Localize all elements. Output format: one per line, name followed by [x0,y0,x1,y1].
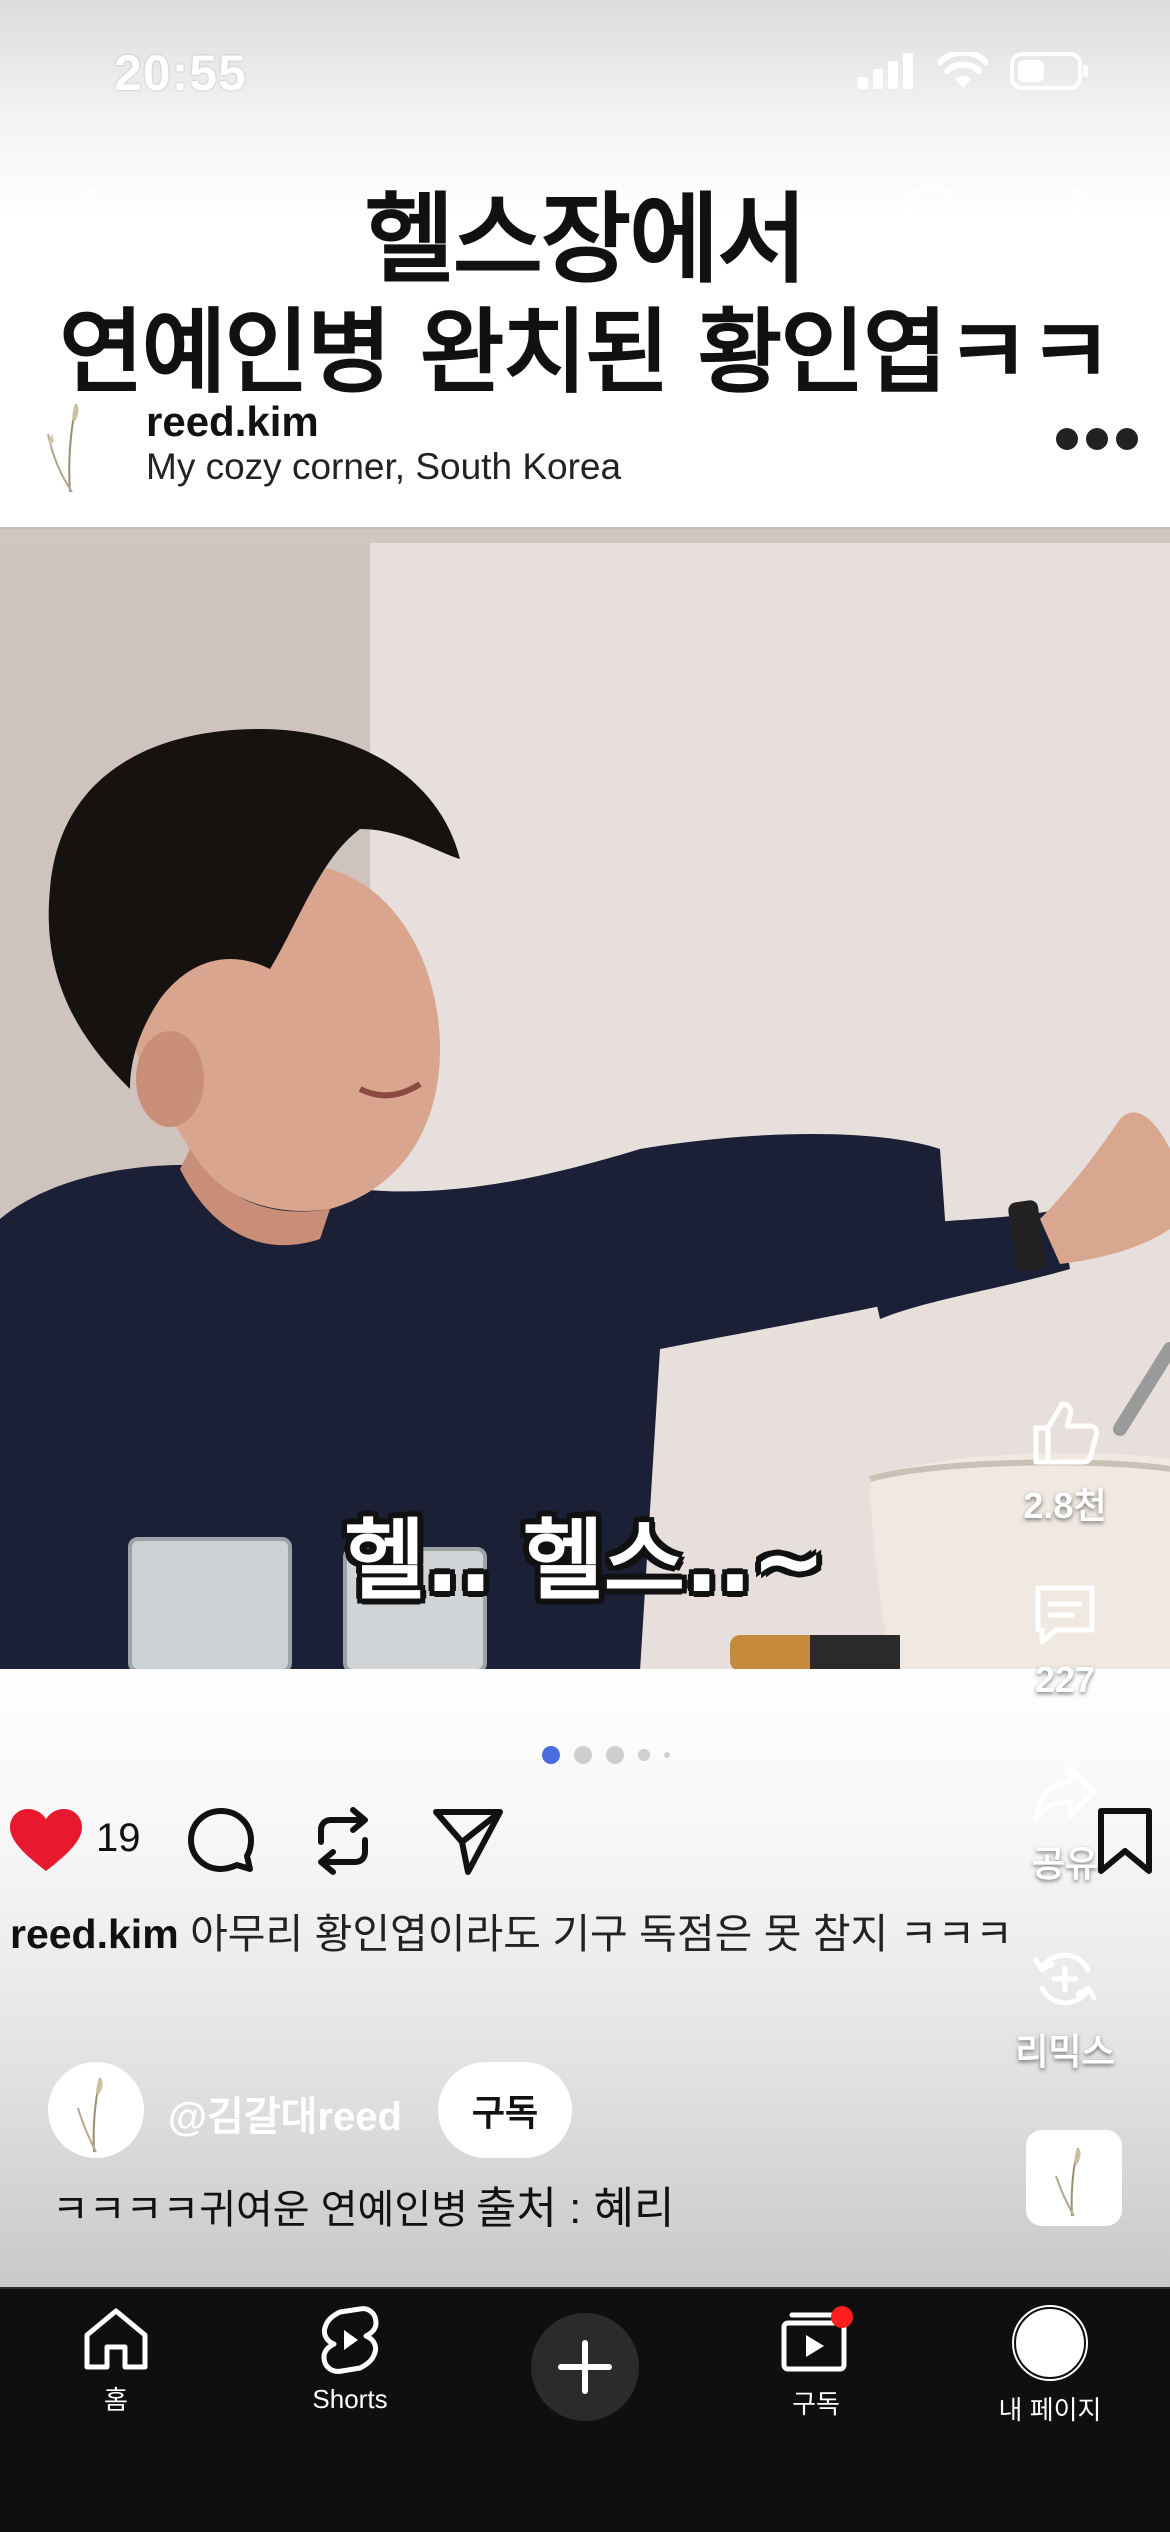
subscribe-button[interactable]: 구독 [438,2062,572,2158]
caption-text: 아무리 황인엽이라도 기구 독점은 못 참지 ㅋㅋㅋ [190,1911,1013,1957]
post-location[interactable]: My cozy corner, South Korea [146,446,621,488]
avatar[interactable] [30,394,116,494]
description-source: 출처 : 혜리 [475,2184,675,2233]
reed-plant-icon [77,2077,103,2153]
like-action[interactable]: 2.8천 [990,1400,1140,1529]
home-icon [84,2308,148,2370]
caption-username[interactable]: reed.kim [10,1911,179,1957]
nav-shorts-label: Shorts [312,2384,388,2414]
status-time: 20:55 [114,45,247,101]
plus-icon [558,2340,612,2394]
repost-button[interactable] [306,1804,380,1878]
paper-plane-icon [433,1809,503,1875]
carousel-dot [638,1749,650,1761]
description-text: ㅋㅋㅋㅋ귀여운 연예인병 [52,2188,468,2232]
subscriptions-icon [781,2306,853,2372]
post-caption: reed.kim 아무리 황인엽이라도 기구 독점은 못 참지 ㅋㅋㅋ [10,1900,1013,1960]
dot-icon [1086,428,1108,450]
channel-row: @김갈대reed 구독 [48,2062,848,2158]
signal-icon [858,53,913,89]
dot-icon [1116,428,1138,450]
sound-thumbnail[interactable] [1026,2130,1122,2226]
remix-icon [1033,1952,1097,2006]
like-count: 19 [96,1816,141,1860]
nav-my-page-label: 내 페이지 [998,2395,1102,2425]
status-icons [858,52,1090,90]
comment-icon [1035,1585,1095,1645]
share-arrow-icon [1033,1765,1097,1823]
thumbs-up-icon [1033,1401,1100,1465]
reed-plant-icon [1055,2147,1081,2217]
bottom-navigation: 홈 Shorts 구독 내 페이지 [0,2287,1170,2532]
channel-avatar[interactable] [48,2062,144,2158]
nav-shorts[interactable]: Shorts [250,2305,450,2415]
nav-subscriptions-label: 구독 [792,2389,840,2419]
post-header: reed.kim My cozy corner, South Korea [24,394,1146,498]
repost-icon [318,1807,368,1875]
share-action[interactable]: 공유 [990,1764,1140,1887]
comment-bubble-icon [188,1808,254,1872]
share-label: 공유 [1031,1843,1099,1884]
reed-plant-icon [47,403,79,493]
nav-home[interactable]: 홈 [16,2305,216,2417]
create-button[interactable] [531,2313,639,2421]
carousel-dot [664,1752,670,1758]
shorts-description[interactable]: ㅋㅋㅋㅋ귀여운 연예인병 출처 : 혜리 [52,2172,675,2236]
like-count-label: 2.8천 [1023,1485,1107,1526]
carousel-dot [606,1746,624,1764]
shorts-icon [321,2306,379,2374]
carousel-dot-active [542,1746,560,1764]
comment-button[interactable] [184,1804,258,1878]
send-button[interactable] [430,1804,506,1878]
comment-count-label: 227 [1034,1659,1096,1700]
channel-handle[interactable]: @김갈대reed [168,2084,402,2142]
remix-action[interactable]: 리믹스 [990,1946,1140,2075]
heart-icon [10,1809,82,1871]
nav-my-page[interactable]: 내 페이지 [950,2305,1150,2427]
video-title-line-2: 연예인병 완치된 황인엽ㅋㅋ [59,299,1113,406]
post-username[interactable]: reed.kim [146,398,319,446]
comments-action[interactable]: 227 [990,1582,1140,1701]
battery-icon [1010,52,1088,90]
dot-icon [1056,428,1078,450]
carousel-dots [542,1746,670,1764]
nav-home-label: 홈 [104,2385,128,2415]
nav-subscriptions[interactable]: 구독 [716,2305,916,2421]
remix-label: 리믹스 [1015,2031,1115,2072]
heart-button[interactable] [8,1806,84,1876]
carousel-dot [574,1746,592,1764]
post-more-button[interactable] [1056,428,1138,450]
wifi-icon [938,52,988,88]
profile-avatar-icon [1012,2305,1088,2381]
